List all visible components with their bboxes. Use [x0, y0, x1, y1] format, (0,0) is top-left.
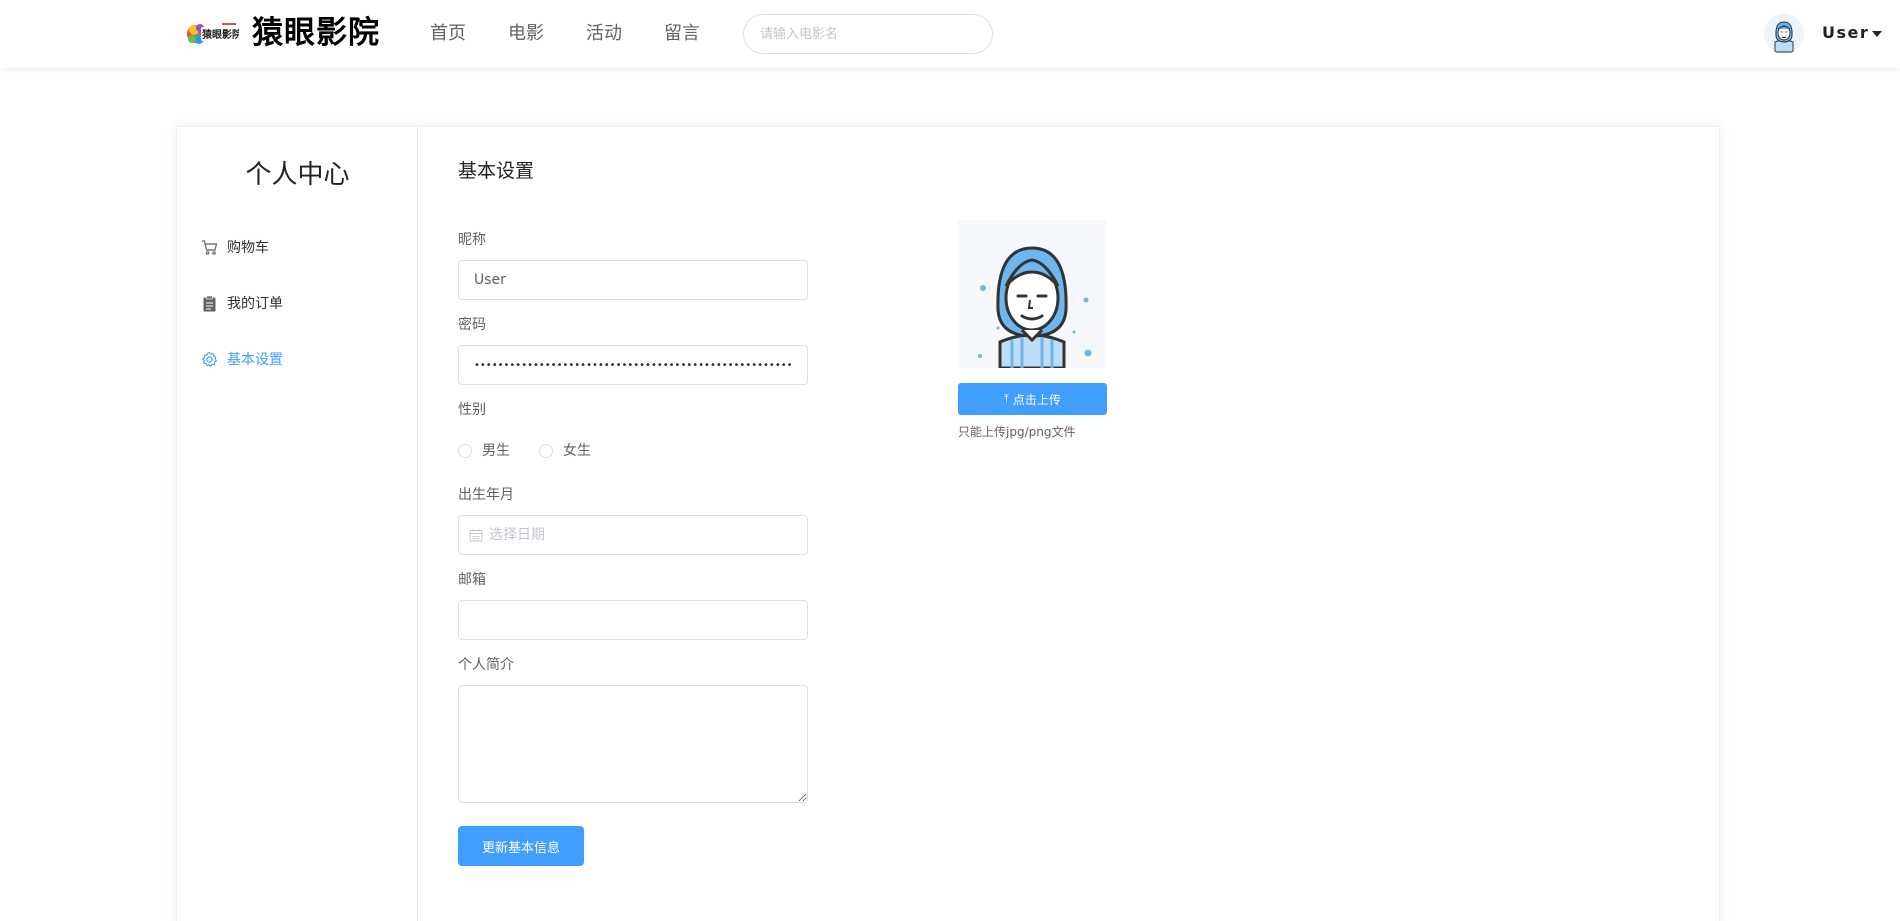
nav-messages[interactable]: 留言	[664, 20, 700, 48]
sidebar-item-label: 购物车	[227, 240, 269, 256]
sidebar-item-orders[interactable]: 我的订单	[201, 291, 283, 315]
password-label: 密码	[458, 317, 486, 333]
upload-tip: 只能上传jpg/png文件	[958, 425, 1076, 439]
user-avatar[interactable]	[1764, 14, 1804, 54]
update-info-button[interactable]: 更新基本信息	[458, 826, 584, 866]
password-input[interactable]	[458, 345, 808, 385]
sidebar-item-cart[interactable]: 购物车	[201, 235, 269, 259]
search-input[interactable]	[743, 14, 993, 54]
radio-label: 男生	[482, 443, 510, 459]
upload-label: 点击上传	[1012, 392, 1061, 407]
sidebar-item-label: 我的订单	[227, 296, 283, 312]
cart-icon	[202, 239, 218, 255]
gender-radio-male[interactable]: 男生	[458, 441, 510, 461]
gender-label: 性别	[458, 402, 486, 418]
profile-card: 个人中心 购物车 我的订单 基本设置 基本设置 昵称 User 密码 •••••…	[176, 126, 1720, 921]
birth-label: 出生年月	[458, 487, 514, 503]
top-navbar: 猿眼影院 猿眼影院 首页 电影 活动 留言 User	[0, 0, 1900, 68]
section-title: 基本设置	[458, 160, 535, 182]
profile-sidebar: 个人中心 购物车 我的订单 基本设置	[177, 127, 418, 921]
sidebar-item-label: 基本设置	[227, 352, 283, 368]
radio-circle[interactable]	[458, 444, 472, 458]
user-name[interactable]: User	[1822, 22, 1869, 44]
nav-home[interactable]: 首页	[430, 20, 466, 48]
upload-button[interactable]: ⤒ 点击上传	[958, 383, 1107, 415]
upload-icon: ⤒	[1004, 392, 1009, 405]
avatar-person-icon	[1774, 21, 1794, 53]
avatar-illustration-icon	[978, 246, 1092, 368]
bio-textarea[interactable]	[458, 685, 808, 803]
gender-radio-female[interactable]: 女生	[539, 441, 591, 461]
sidebar-title: 个人中心	[245, 160, 350, 190]
clipboard-icon	[203, 295, 216, 311]
settings-panel: 基本设置 昵称 密码 性别 男生 女生 出生年月 邮箱	[418, 127, 1721, 921]
sidebar-item-settings[interactable]: 基本设置	[201, 347, 283, 371]
nav-movies[interactable]: 电影	[508, 20, 544, 48]
calendar-icon	[469, 529, 483, 542]
avatar-preview[interactable]	[958, 220, 1106, 368]
email-input[interactable]	[458, 600, 808, 640]
radio-circle[interactable]	[539, 444, 553, 458]
site-title[interactable]: 猿眼影院	[252, 10, 380, 56]
email-label: 邮箱	[458, 572, 486, 588]
logo-icon[interactable]: 猿眼影院	[187, 20, 239, 48]
nav-activities[interactable]: 活动	[586, 20, 622, 48]
radio-label: 女生	[563, 443, 591, 459]
bio-label: 个人简介	[458, 657, 514, 673]
nickname-label: 昵称	[458, 232, 486, 248]
chevron-down-icon[interactable]	[1872, 31, 1882, 37]
birth-date-picker[interactable]	[458, 515, 808, 555]
nickname-input[interactable]	[458, 260, 808, 300]
gear-icon	[201, 351, 218, 367]
birth-date-input[interactable]	[458, 515, 808, 555]
svg-text:猿眼影院: 猿眼影院	[201, 28, 239, 41]
